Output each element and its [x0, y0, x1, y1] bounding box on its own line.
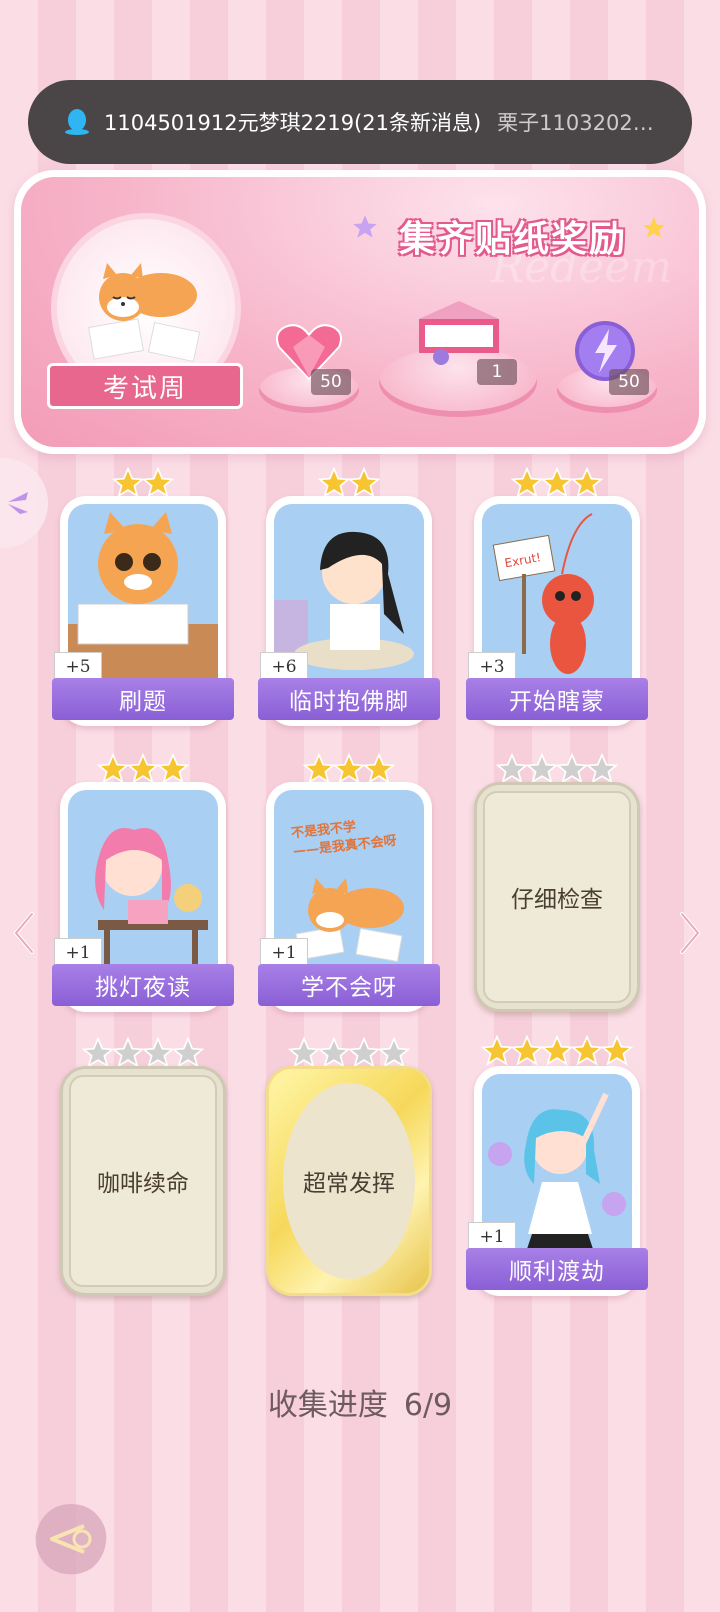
star-rating — [474, 1034, 640, 1068]
star-icon — [317, 466, 351, 498]
star-icon — [141, 1036, 175, 1068]
notification-banner[interactable]: 1104501912元梦琪2219(21条新消息) 栗子110320291... — [28, 80, 692, 164]
star-icon — [570, 466, 604, 498]
star-rating — [266, 1036, 432, 1070]
collection-progress: 收集进度 6/9 — [0, 1380, 720, 1424]
star-icon — [480, 1034, 514, 1066]
sticker-name: 挑灯夜读 — [52, 964, 234, 1006]
sticker-card[interactable]: +6 临时抱佛脚 — [258, 466, 440, 726]
reward-count: 1 — [477, 359, 517, 385]
sticker-box-icon[interactable] — [411, 289, 507, 365]
sticker-name: 刷题 — [52, 678, 234, 720]
star-icon — [600, 1034, 634, 1066]
star-icon — [585, 752, 619, 784]
sticker-card[interactable]: 不是我不学 ——是我真不会呀 +1 学不会呀 — [258, 752, 440, 1012]
star-icon — [510, 1034, 544, 1066]
flower-icon — [8, 492, 28, 514]
notification-preview: 栗子110320291... — [497, 111, 664, 135]
star-icon — [111, 466, 145, 498]
star-rating — [60, 752, 226, 786]
sticker-name: 超常发挥 — [303, 1171, 395, 1197]
star-icon — [377, 1036, 411, 1068]
reward-count: 50 — [609, 369, 649, 395]
chevron-right-icon[interactable] — [676, 908, 706, 958]
sticker-name: 学不会呀 — [258, 964, 440, 1006]
star-icon — [495, 752, 529, 784]
sticker-card[interactable]: +1 挑灯夜读 — [52, 752, 234, 1012]
sticker-name: 临时抱佛脚 — [258, 678, 440, 720]
sticker-name: 咖啡续命 — [97, 1171, 189, 1197]
sticker-card-locked[interactable]: 仔细检查 — [474, 752, 640, 1012]
star-icon — [347, 1036, 381, 1068]
sticker-card-locked-gold[interactable]: 超常发挥 — [266, 1036, 432, 1296]
side-menu-button[interactable] — [0, 458, 48, 548]
star-icon — [570, 1034, 604, 1066]
sticker-card[interactable]: +1 顺利渡劫 — [466, 1034, 648, 1296]
star-rating — [60, 466, 226, 500]
star-icon — [540, 466, 574, 498]
star-icon — [347, 466, 381, 498]
star-rating — [60, 1036, 226, 1070]
sticker-card-locked[interactable]: 咖啡续命 — [60, 1036, 226, 1296]
star-icon — [555, 752, 589, 784]
sticker-name: 顺利渡劫 — [466, 1248, 648, 1290]
sticker-card[interactable]: +5 刷题 — [52, 466, 234, 726]
notification-message: 1104501912元梦琪2219(21条新消息) — [104, 111, 482, 135]
star-icon — [362, 752, 396, 784]
star-rating — [266, 466, 432, 500]
star-icon — [141, 466, 175, 498]
star-icon — [540, 1034, 574, 1066]
star-icon — [525, 752, 559, 784]
star-icon — [171, 1036, 205, 1068]
chevron-left-icon[interactable] — [8, 908, 38, 958]
star-icon — [317, 1036, 351, 1068]
reward-count: 50 — [311, 369, 351, 395]
sticker-card[interactable]: Exrut! +3 开始瞎蒙 — [466, 466, 648, 726]
star-rating — [266, 752, 432, 786]
star-icon — [81, 1036, 115, 1068]
back-button[interactable] — [32, 1500, 110, 1578]
progress-label: 收集进度 — [267, 1388, 388, 1423]
star-rating — [474, 752, 640, 786]
star-icon — [287, 1036, 321, 1068]
star-icon — [510, 466, 544, 498]
star-icon — [302, 752, 336, 784]
qq-icon — [65, 109, 89, 135]
star-icon — [111, 1036, 145, 1068]
sticker-name: 仔细检查 — [511, 887, 603, 913]
star-icon — [156, 752, 190, 784]
star-icon — [96, 752, 130, 784]
theme-label: 考试周 — [47, 363, 243, 409]
banner-title: 集齐贴纸奖励 — [398, 219, 627, 260]
star-icon — [126, 752, 160, 784]
progress-value: 6/9 — [403, 1388, 453, 1423]
sticker-reward-banner: Redeem 集齐贴纸奖励 考试周 50 1 50 — [14, 170, 706, 454]
star-icon — [332, 752, 366, 784]
star-rating — [474, 466, 640, 500]
sticker-name: 开始瞎蒙 — [466, 678, 648, 720]
